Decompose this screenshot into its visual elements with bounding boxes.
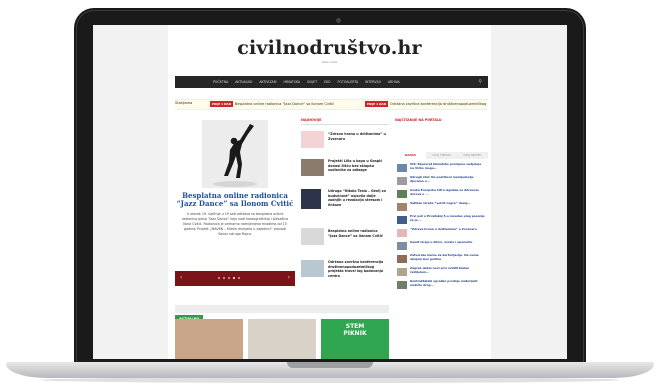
article-thumbnail [397, 203, 407, 211]
site-logo[interactable]: civilnodruštvo.hr [168, 37, 491, 59]
slider-dot[interactable] [223, 277, 225, 279]
tab-danas[interactable]: DANAS [395, 152, 426, 159]
slider-dot[interactable] [238, 277, 240, 279]
article-thumbnail [397, 229, 407, 237]
article-title[interactable]: Okrugli stol: Ne postiheni manipulacije … [410, 175, 486, 183]
ticker-text: Održana završna konferencija društvenopo… [389, 102, 487, 106]
aktualno-card-text: STEM PIKNIK [343, 323, 367, 337]
article-thumbnail [397, 177, 407, 185]
laptop-notch [287, 362, 373, 368]
most-read-item[interactable]: Vatikan izrada “velvit negre” desig... [395, 201, 488, 212]
most-read-tabs: DANAS OVAJ TJEDAN OVAJ MJESEC [395, 152, 488, 159]
article-title[interactable]: Udruga “Nikola Tesla – Genij za budućnos… [328, 189, 388, 207]
slider-dots [218, 277, 240, 279]
most-read-heading: NAJČITANIJE NA PORTALU [395, 118, 442, 122]
latest-news: NAJNOVIJE “Zdrava hrana u dvištanima” u … [301, 118, 389, 318]
chevron-left-icon[interactable]: ‹ [180, 274, 182, 281]
article-title[interactable]: Prvi put u Hrvatskoj 5-u moodes plug pes… [410, 214, 486, 222]
nav-item-pocetna[interactable]: POČETNA [213, 80, 228, 84]
most-read-item[interactable]: VIS: Rzpevrat klimatske promjene sudjelu… [395, 162, 488, 173]
dancer-silhouette-icon [202, 120, 268, 188]
article-thumbnail [397, 268, 407, 276]
article-title[interactable]: Besplatna online radionica “Jazz Dance” … [328, 229, 388, 238]
most-read-item[interactable]: Svaka Europska Cifra izgubila se Zdravom… [395, 188, 488, 199]
nav-item-arhiva[interactable]: ARHIVA [388, 80, 400, 84]
most-read-item[interactable]: Kontraktatski opraško prodnje materijall… [395, 279, 488, 290]
aktualno-card[interactable] [248, 319, 316, 359]
slider-dot[interactable] [228, 277, 230, 279]
news-ticker: Stazijama PRIJE 1 DAN Besplatna online r… [175, 99, 488, 110]
nav-item-svijet[interactable]: SVIJET [307, 80, 317, 84]
main-navigation: POČETNA AKTUALNO AKTIVIZAM HRVATSKA SVIJ… [175, 76, 488, 88]
article-thumbnail [397, 190, 407, 198]
aktualno-card[interactable]: STEM PIKNIK [321, 319, 389, 359]
most-read-item[interactable]: Prvi put u Hrvatskoj 5-u moodes plug pes… [395, 214, 488, 225]
tab-ovaj-mjesec[interactable]: OVAJ MJESEC [457, 152, 488, 159]
slider-controls: ‹ › [175, 271, 295, 286]
article-title[interactable]: VIS: Rzpevrat klimatske promjene sudjelu… [410, 162, 486, 170]
article-title[interactable]: Projekti Lilia u kapu u Gospić donosi či… [328, 159, 388, 173]
article-title[interactable]: Zagreb dobio novi prvi svlidit blalan ra… [410, 266, 486, 274]
most-read-item[interactable]: “Zdrava hrana u dvištanima” u Zvornaru [395, 227, 488, 238]
ticker-badge: PRIJE 1 DAN [210, 101, 233, 107]
search-icon[interactable]: ⚲ [478, 79, 482, 85]
slider-dot[interactable] [218, 277, 220, 279]
ticker-item[interactable]: PRIJE 1 DAN Besplatna online radionica “… [210, 101, 334, 107]
latest-news-heading: NAJNOVIJE [301, 118, 389, 125]
article-title[interactable]: Održana završna konferencija društvenopo… [328, 260, 388, 278]
most-read-item[interactable]: Zagreb dobio novi prvi svlidit blalan ra… [395, 266, 488, 277]
nav-item-aktualno[interactable]: AKTUALNO [235, 80, 252, 84]
ticker-item[interactable]: PRIJE 1 DAN Održana završna konferencija… [365, 101, 486, 107]
article-thumbnail [397, 255, 407, 263]
article-title[interactable]: Samit izraje u klinic, zvralo i upozoril… [410, 240, 486, 245]
tab-ovaj-tjedan[interactable]: OVAJ TJEDAN [426, 152, 457, 159]
slider-dot-active[interactable] [233, 277, 235, 279]
chevron-right-icon[interactable]: › [288, 274, 290, 281]
ticker-text: Besplatna online radionica “Jazz Dance” … [234, 102, 335, 106]
nav-item-fotoalerta[interactable]: FOTOALERTA [338, 80, 359, 84]
ticker-text: Stazijama [175, 101, 193, 105]
article-title[interactable]: “Zdrava hrana u dvištanima” u Zvornaru [410, 227, 486, 232]
site-tagline: Glas civila [321, 60, 338, 64]
nav-item-aktivizam[interactable]: AKTIVIZAM [259, 80, 276, 84]
ticker-item[interactable]: Stazijama [175, 101, 192, 105]
most-read-item[interactable]: Okrugli stol: Ne postiheni manipulacije … [395, 175, 488, 186]
article-thumbnail [301, 159, 324, 176]
article-thumbnail [301, 189, 321, 209]
article-title[interactable]: Kontraktatski opraško prodnje materijall… [410, 279, 486, 287]
article-thumbnail [397, 281, 407, 289]
right-sidebar: NAJČITANIJE NA PORTALU DANAS OVAJ TJEDAN… [395, 118, 488, 289]
article-thumbnail [397, 242, 407, 250]
aktualno-section-header: AKTUALNO [175, 305, 389, 323]
article-title[interactable]: “Zdrava hrana u dvištanima” u Zvornaru [328, 132, 388, 141]
featured-excerpt: U utorak 19. siječnja u 19 sati održava … [181, 212, 289, 236]
featured-title[interactable]: Besplatna online radionica “Jazz Dance” … [175, 192, 295, 208]
article-thumbnail [301, 131, 324, 148]
article-thumbnail [301, 260, 324, 277]
article-thumbnail [397, 216, 407, 224]
nav-item-intervjui[interactable]: INTERVJUI [365, 80, 381, 84]
ticker-badge: PRIJE 1 DAN [365, 101, 388, 107]
featured-slider: Besplatna online radionica “Jazz Dance” … [175, 118, 295, 285]
most-read-item[interactable]: Samit izraje u klinic, zvralo i upozoril… [395, 240, 488, 251]
webcam [336, 18, 341, 23]
dancer-photo[interactable] [202, 120, 268, 188]
nav-item-eko[interactable]: EKO [324, 80, 330, 84]
most-read-item[interactable]: Zatvorske kazne za korforijaciju. Da nem… [395, 253, 488, 264]
article-title[interactable]: Svaka Europska Cifra izgubila se Zdravom… [410, 188, 486, 196]
article-thumbnail [301, 228, 324, 245]
aktualno-card[interactable] [175, 319, 243, 359]
article-title[interactable]: Zatvorske kazne za korforijaciju. Da nem… [410, 253, 486, 261]
laptop-screen: civilnodruštvo.hr Glas civila POČETNA AK… [93, 25, 567, 359]
nav-item-hrvatska[interactable]: HRVATSKA [284, 80, 301, 84]
article-title[interactable]: Vatikan izrada “velvit negre” desig... [410, 201, 486, 206]
article-thumbnail [397, 164, 407, 172]
